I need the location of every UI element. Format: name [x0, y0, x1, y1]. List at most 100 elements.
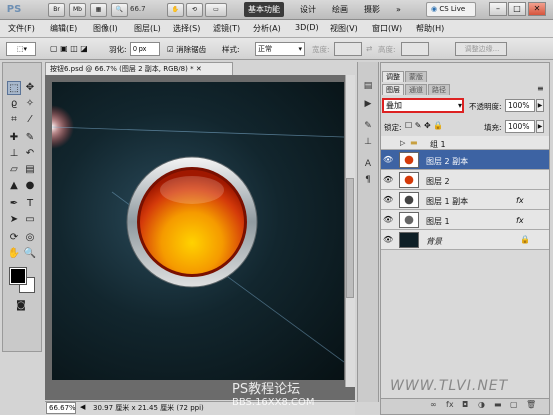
- antialias-checkbox[interactable]: ☑ 消除锯齿: [167, 44, 206, 55]
- character-panel-icon[interactable]: A: [361, 158, 375, 170]
- history-brush-tool-icon[interactable]: ↶: [23, 147, 37, 161]
- status-arrow-icon[interactable]: ◀: [80, 403, 85, 411]
- foreground-color-swatch-front[interactable]: [9, 267, 27, 285]
- menu-file[interactable]: 文件(F): [8, 23, 35, 34]
- refine-edge-button[interactable]: 调整边缘...: [455, 42, 507, 56]
- zoom-tool-button[interactable]: 🔍: [111, 3, 128, 17]
- menu-filter[interactable]: 滤镜(T): [213, 23, 240, 34]
- tab-channels[interactable]: 通道: [405, 84, 427, 95]
- clone-stamp-tool-icon[interactable]: ⊥: [7, 147, 21, 161]
- document-tab[interactable]: 按钮6.psd @ 66.7% (图层 2 副本, RGB/8) * ✕: [45, 62, 233, 75]
- zoom-field[interactable]: 66.67%: [46, 402, 76, 414]
- paragraph-panel-icon[interactable]: ¶: [361, 174, 375, 186]
- menu-window[interactable]: 窗口(W): [372, 23, 402, 34]
- eyedropper-tool-icon[interactable]: ⁄: [23, 113, 37, 127]
- add-mask-icon[interactable]: ◘: [462, 400, 468, 409]
- menu-layer[interactable]: 图层(L): [134, 23, 161, 34]
- actions-panel-icon[interactable]: ▶: [361, 98, 375, 110]
- tab-paths[interactable]: 路径: [428, 84, 450, 95]
- hand-tool-icon[interactable]: ✋: [7, 247, 21, 261]
- layer-row-group-1[interactable]: [381, 136, 549, 150]
- menu-select[interactable]: 选择(S): [173, 23, 200, 34]
- brush-tool-icon[interactable]: ✎: [23, 131, 37, 145]
- add-style-icon[interactable]: fx: [446, 400, 454, 409]
- tool-preset-picker[interactable]: ⬚▾: [6, 42, 36, 56]
- minimize-button[interactable]: –: [489, 2, 507, 16]
- rotate-view-button[interactable]: ⟲: [186, 3, 203, 17]
- move-tool-icon[interactable]: ✥: [23, 81, 37, 95]
- menu-edit[interactable]: 编辑(E): [50, 23, 77, 34]
- eye-icon[interactable]: 👁: [383, 215, 393, 224]
- menu-help[interactable]: 帮助(H): [416, 23, 444, 34]
- expand-arrow-icon[interactable]: ▷: [400, 139, 405, 147]
- bridge-button[interactable]: Br: [48, 3, 65, 17]
- workspace-design[interactable]: 设计: [296, 2, 320, 17]
- new-layer-icon[interactable]: ▢: [510, 400, 518, 409]
- link-layers-icon[interactable]: ∞: [430, 400, 437, 409]
- blur-tool-icon[interactable]: ▲: [7, 179, 21, 193]
- hand-tool-button[interactable]: ✋: [167, 3, 184, 17]
- feather-input[interactable]: [130, 42, 160, 56]
- eye-icon[interactable]: 👁: [383, 155, 393, 164]
- menu-analysis[interactable]: 分析(A): [253, 23, 281, 34]
- maximize-button[interactable]: □: [508, 2, 526, 16]
- tab-adjustments[interactable]: 调整: [382, 71, 404, 82]
- crop-tool-icon[interactable]: ⌗: [7, 113, 21, 127]
- more-workspaces-button[interactable]: »: [392, 2, 405, 17]
- history-panel-icon[interactable]: ▤: [361, 80, 375, 92]
- lasso-tool-icon[interactable]: ϱ: [7, 97, 21, 111]
- fx-icon[interactable]: fx: [516, 196, 524, 205]
- workspace-photography[interactable]: 摄影: [360, 2, 384, 17]
- magic-wand-tool-icon[interactable]: ✧: [23, 97, 37, 111]
- view-extras-button[interactable]: ▦: [90, 3, 107, 17]
- lock-icons[interactable]: ☐ ✎ ✥ 🔒: [405, 121, 443, 130]
- opacity-slider-arrow[interactable]: ▶: [536, 99, 544, 112]
- fill-slider-arrow[interactable]: ▶: [536, 120, 544, 133]
- arrange-documents-button[interactable]: ▭: [205, 3, 227, 17]
- opacity-input[interactable]: 100%: [505, 99, 535, 112]
- panel-menu-icon[interactable]: ≡: [537, 84, 544, 93]
- selection-mode-icons[interactable]: ▢ ▣ ◫ ◪: [50, 44, 88, 53]
- eraser-tool-icon[interactable]: ▱: [7, 163, 21, 177]
- fill-input[interactable]: 100%: [505, 120, 535, 133]
- gradient-tool-icon[interactable]: ▤: [23, 163, 37, 177]
- style-select[interactable]: 正常 ▾: [255, 42, 305, 56]
- 3d-rotate-tool-icon[interactable]: ⟳: [7, 231, 21, 245]
- close-button[interactable]: ✕: [528, 2, 546, 16]
- brush-panel-icon[interactable]: ✎: [361, 120, 375, 132]
- tab-layers[interactable]: 图层: [382, 84, 404, 95]
- canvas[interactable]: [52, 82, 344, 380]
- eye-icon[interactable]: 👁: [383, 175, 393, 184]
- height-input[interactable]: [401, 42, 429, 56]
- menu-view[interactable]: 视图(V): [330, 23, 358, 34]
- workspace-essentials[interactable]: 基本功能: [244, 2, 284, 17]
- menu-image[interactable]: 图像(I): [93, 23, 118, 34]
- zoom-tool-icon[interactable]: 🔍: [23, 247, 37, 261]
- adjustment-layer-icon[interactable]: ◑: [478, 400, 485, 409]
- marquee-tool-icon[interactable]: ⬚: [7, 81, 21, 95]
- fx-icon[interactable]: fx: [516, 216, 524, 225]
- path-selection-tool-icon[interactable]: ➤: [7, 213, 21, 227]
- healing-brush-tool-icon[interactable]: ✚: [7, 131, 21, 145]
- workspace-painting[interactable]: 绘画: [328, 2, 352, 17]
- dodge-tool-icon[interactable]: ●: [23, 179, 37, 193]
- clone-source-icon[interactable]: ⊥: [361, 136, 375, 148]
- eye-icon[interactable]: 👁: [383, 195, 393, 204]
- minibridge-button[interactable]: Mb: [69, 3, 86, 17]
- eye-icon[interactable]: 👁: [383, 235, 393, 244]
- new-group-icon[interactable]: ▬: [494, 400, 502, 409]
- shape-tool-icon[interactable]: ▭: [23, 213, 37, 227]
- close-tab-icon[interactable]: ✕: [196, 65, 202, 73]
- swap-icon[interactable]: ⇄: [366, 44, 372, 53]
- type-tool-icon[interactable]: T: [23, 197, 37, 211]
- pen-tool-icon[interactable]: ✒: [7, 197, 21, 211]
- delete-layer-icon[interactable]: 🗑: [526, 400, 536, 409]
- menu-3d[interactable]: 3D(D): [295, 23, 319, 32]
- scrollbar-thumb[interactable]: [346, 178, 354, 298]
- width-input[interactable]: [334, 42, 362, 56]
- cs-live-button[interactable]: ◉ CS Live: [426, 2, 476, 17]
- zoom-level[interactable]: 66.7: [130, 5, 146, 13]
- blend-mode-select[interactable]: 叠加 ▾: [382, 98, 464, 113]
- quick-mask-icon[interactable]: ◙: [14, 299, 28, 313]
- 3d-orbit-tool-icon[interactable]: ◎: [23, 231, 37, 245]
